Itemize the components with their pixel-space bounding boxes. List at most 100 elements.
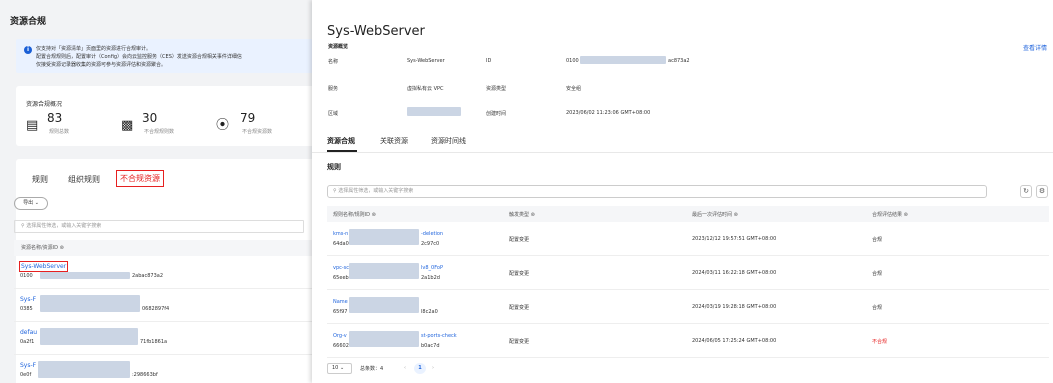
table-row[interactable]: kms-n -deletion 64da0 2c97c0 配置变更 2023/1… bbox=[327, 223, 1049, 256]
resource-detail-panel: Sys-WebServer 资源概览 查看详情 名称 Sys-WebServer… bbox=[312, 0, 1053, 383]
last-eval-time: 2024/03/11 16:22:18 GMT+08:00 bbox=[692, 270, 777, 276]
search-input[interactable]: ⚲ 选择属性筛选，或输入关键字搜索 bbox=[14, 220, 304, 233]
resource-id: 0100 bbox=[20, 273, 33, 279]
rule-id-suffix: b0ac7d bbox=[421, 343, 440, 349]
compliance-result: 合规 bbox=[872, 305, 883, 311]
resource-name-link[interactable]: Sys-WebServer bbox=[19, 261, 69, 272]
last-eval-time: 2024/03/19 19:28:18 GMT+08:00 bbox=[692, 304, 777, 310]
page-size-select[interactable]: 10 ⌄ bbox=[327, 363, 352, 374]
redaction-mask bbox=[349, 331, 419, 347]
notice-line: 仅支持对「资源清单」页面里的资源进行合规审计。 bbox=[36, 46, 152, 52]
tab-rules[interactable]: 规则 bbox=[32, 174, 48, 185]
resource-id: 0a2f1 bbox=[20, 339, 35, 345]
tab-org-rules[interactable]: 组织规则 bbox=[68, 174, 100, 185]
redaction-mask bbox=[349, 263, 419, 279]
refresh-icon[interactable]: ↻ bbox=[1020, 185, 1032, 198]
resource-id: 0e0f bbox=[20, 372, 32, 378]
rule-name-suffix[interactable]: st-ports-check bbox=[421, 333, 457, 339]
column-header: 最后一次评估时间 ⊜ bbox=[692, 212, 738, 218]
compliance-overview-card: 资源合规概况 ▤ 83 规则总数 ▩ 30 不合规规则数 ⦿ 79 不合规资源数 bbox=[16, 86, 312, 146]
rule-name-suffix[interactable]: -deletion bbox=[421, 231, 443, 237]
settings-icon[interactable]: ⚙ bbox=[1036, 185, 1048, 198]
resource-id-suffix: 0682897f4 bbox=[142, 306, 170, 312]
search-placeholder: 选择属性筛选，或输入关键字搜索 bbox=[338, 188, 414, 194]
resource-id-suffix: 71fb1861a bbox=[140, 339, 168, 345]
rule-name-suffix[interactable]: lv8_0FoP bbox=[421, 265, 443, 271]
redaction-mask bbox=[349, 229, 419, 245]
rule-name-link[interactable]: Org-v bbox=[333, 333, 347, 339]
noncompliant-rule-icon: ▩ bbox=[121, 118, 134, 133]
search-placeholder: 选择属性筛选，或输入关键字搜索 bbox=[26, 223, 102, 229]
redaction-mask bbox=[40, 328, 138, 345]
field-label: ID bbox=[486, 58, 492, 64]
rules-search-input[interactable]: ⚲ 选择属性筛选，或输入关键字搜索 bbox=[327, 185, 987, 198]
prev-page-icon[interactable]: ‹ bbox=[404, 365, 406, 371]
redaction-mask bbox=[349, 297, 419, 313]
rule-name-link[interactable]: kms-n bbox=[333, 231, 348, 237]
next-page-icon[interactable]: › bbox=[432, 365, 434, 371]
field-value: Sys-WebServer bbox=[407, 58, 445, 64]
panel-title: Sys-WebServer bbox=[327, 24, 425, 39]
stat-value: 79 bbox=[240, 111, 256, 125]
table-row[interactable]: Org-v st-ports-check 66602 b0ac7d 配置变更 2… bbox=[327, 325, 1049, 358]
resource-id-suffix: :298663bf bbox=[132, 372, 158, 378]
table-row[interactable]: defau 0a2f1 71fb1861a bbox=[14, 323, 312, 355]
tab-related-resources[interactable]: 关联资源 bbox=[380, 136, 408, 146]
last-eval-time: 2023/12/12 19:57:51 GMT+08:00 bbox=[692, 236, 777, 242]
stat-label: 不合规规则数 bbox=[144, 129, 175, 135]
table-row[interactable]: vpc-sc lv8_0FoP 65eeb 2a1b2d 配置变更 2024/0… bbox=[327, 257, 1049, 290]
resource-name-link[interactable]: defau bbox=[20, 329, 37, 336]
stat-label: 不合规资源数 bbox=[242, 129, 273, 135]
tab-resource-timeline[interactable]: 资源时间线 bbox=[431, 136, 466, 146]
table-row[interactable]: Sys-WebServer 0100 2abac873a2 bbox=[14, 257, 312, 289]
tab-divider bbox=[312, 152, 1053, 153]
tab-resource-compliance[interactable]: 资源合规 bbox=[327, 136, 355, 146]
field-value: 2023/06/02 11:23:06 GMT+08:00 bbox=[566, 110, 651, 116]
notice-line: 配置合规规则后，配置审计（Config）会向云监控服务（CES）发送资源合规相关… bbox=[36, 54, 242, 60]
info-notice: i 仅支持对「资源清单」页面里的资源进行合规审计。 配置合规规则后，配置审计（C… bbox=[16, 39, 312, 73]
column-header: 合规评估结果 ⊜ bbox=[872, 212, 908, 218]
page-title: 资源合规 bbox=[10, 17, 47, 27]
tab-noncompliant-resources[interactable]: 不合规资源 bbox=[116, 170, 164, 187]
total-count: 总条数：4 bbox=[360, 366, 384, 372]
field-label: 资源类型 bbox=[486, 86, 507, 92]
stat-value: 30 bbox=[142, 111, 158, 125]
rules-section-title: 规则 bbox=[327, 163, 341, 171]
export-button[interactable]: 导出 ⌄ bbox=[14, 197, 48, 210]
rule-id: 65f97 bbox=[333, 309, 348, 315]
resource-name-link[interactable]: Sys-F bbox=[20, 296, 36, 303]
table-row[interactable]: Sys-F 0385 0682897f4 bbox=[14, 290, 312, 322]
table-row[interactable]: Sys-F 0e0f :298663bf bbox=[14, 356, 312, 383]
rule-id-suffix: 2a1b2d bbox=[421, 275, 440, 281]
compliance-result: 不合规 bbox=[872, 339, 888, 345]
resource-name-link[interactable]: Sys-F bbox=[20, 362, 36, 369]
column-header: 触发类型 ⊜ bbox=[509, 212, 535, 218]
page-size-value: 10 bbox=[332, 365, 339, 371]
trigger-type: 配置变更 bbox=[509, 339, 530, 345]
rules-table-header: 规则名称/规则ID ⊜ 触发类型 ⊜ 最后一次评估时间 ⊜ 合规评估结果 ⊜ bbox=[327, 206, 1049, 222]
column-header: 规则名称/规则ID ⊜ bbox=[333, 212, 376, 218]
rule-id-suffix: l8c2a0 bbox=[421, 309, 438, 315]
table-header: 资源名称/资源ID ⊜ bbox=[14, 240, 312, 256]
trigger-type: 配置变更 bbox=[509, 305, 530, 311]
view-details-link[interactable]: 查看详情 bbox=[1023, 43, 1047, 52]
notice-line: 仅接受资源记录器收集的资源可参与资源评估和资源聚合。 bbox=[36, 62, 167, 68]
stat-label: 规则总数 bbox=[49, 129, 70, 135]
document-icon: ▤ bbox=[26, 118, 39, 133]
section-title: 资源概览 bbox=[328, 44, 349, 50]
rule-id: 64da0 bbox=[333, 241, 349, 247]
redaction-mask bbox=[38, 361, 130, 378]
current-page[interactable]: 1 bbox=[414, 363, 426, 374]
rule-id: 66602 bbox=[333, 343, 349, 349]
trigger-type: 配置变更 bbox=[509, 271, 530, 277]
field-value: 安全组 bbox=[566, 86, 582, 92]
export-label: 导出 bbox=[23, 200, 34, 206]
rule-name-link[interactable]: Name bbox=[333, 299, 348, 305]
rule-name-link[interactable]: vpc-sc bbox=[333, 265, 349, 271]
resource-icon: ⦿ bbox=[216, 118, 230, 133]
table-row[interactable]: Name 65f97 l8c2a0 配置变更 2024/03/19 19:28:… bbox=[327, 291, 1049, 324]
redaction-mask bbox=[40, 272, 130, 279]
field-value: 0100 bbox=[566, 58, 579, 64]
redaction-mask bbox=[407, 107, 461, 116]
field-label: 区域 bbox=[328, 111, 339, 117]
